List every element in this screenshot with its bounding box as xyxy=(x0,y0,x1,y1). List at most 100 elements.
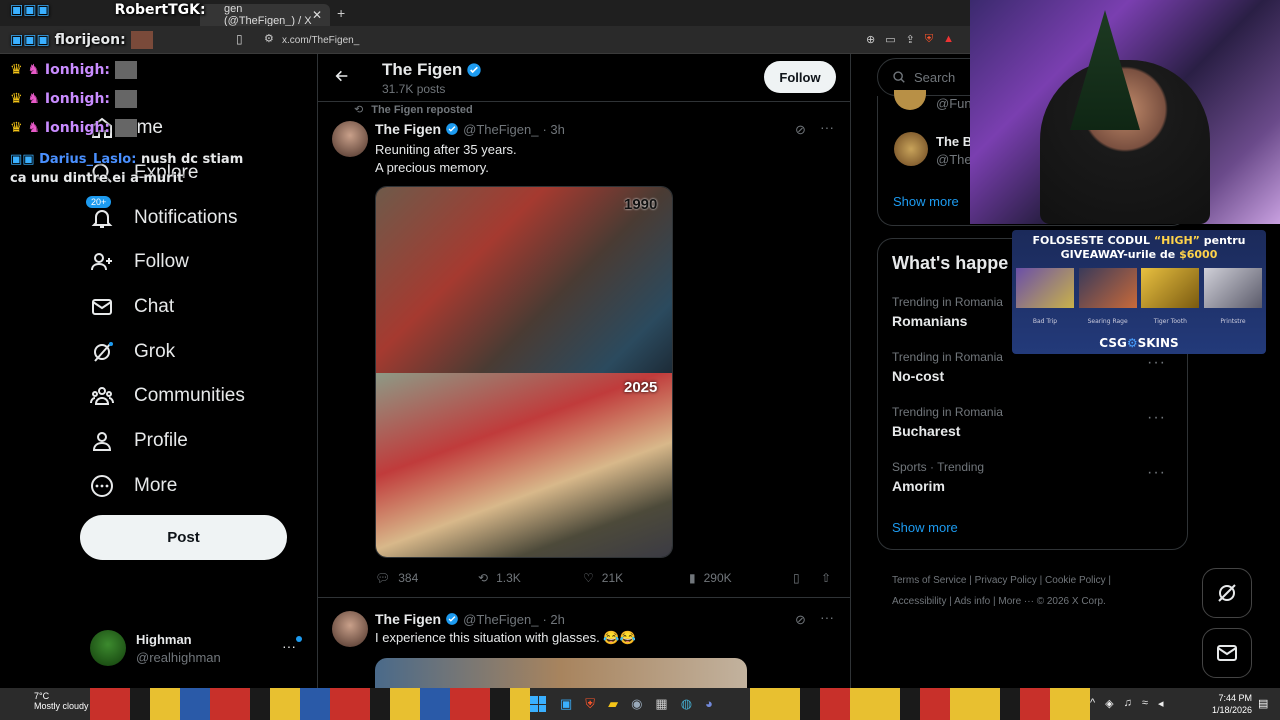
tweet-media[interactable]: 1990 2025 xyxy=(375,186,673,558)
show-more-link[interactable]: Show more xyxy=(893,194,959,209)
tab-title: gen (@TheFigen_) / X xyxy=(224,3,312,27)
sidebar-item-follow[interactable]: Follow xyxy=(90,250,189,274)
suggestion-avatar[interactable] xyxy=(894,90,926,110)
chat-badge-icon: ♞ xyxy=(27,62,40,78)
weather-widget[interactable]: 7°C Mostly cloudy xyxy=(6,691,89,711)
notification-icon[interactable]: ▤ xyxy=(1258,697,1268,710)
tweet-handle[interactable]: @TheFigen_ xyxy=(463,612,538,627)
suggestion-handle[interactable]: @The xyxy=(936,152,972,167)
microphone-icon[interactable]: ♫ xyxy=(1124,697,1132,710)
more-circle-icon xyxy=(90,474,114,498)
repost-button[interactable]: ⟲ 1.3K xyxy=(478,571,521,585)
chevron-up-icon[interactable]: ^ xyxy=(1090,697,1095,710)
tweet-avatar[interactable] xyxy=(332,121,368,157)
share-button[interactable]: ⇧ xyxy=(821,571,831,585)
back-arrow-icon[interactable] xyxy=(334,68,350,84)
calculator-icon[interactable]: ▦ xyxy=(655,696,667,712)
sidebar-item-grok[interactable]: Grok xyxy=(90,340,175,364)
weather-status: Mostly cloudy xyxy=(34,701,89,711)
tweet-more-icon[interactable]: ··· xyxy=(820,119,834,135)
chat-line: ▣▣▣ florijeon: xyxy=(10,31,153,49)
grok-icon xyxy=(90,340,114,364)
follow-button[interactable]: Follow xyxy=(764,61,836,93)
chat-line: ▣▣▣ RobertTGK: xyxy=(10,2,206,18)
show-more-link[interactable]: Show more xyxy=(892,520,958,535)
sidebar-item-label: Follow xyxy=(134,251,189,272)
brave-icon[interactable]: ⛨ xyxy=(585,696,595,712)
media-year-label: 1990 xyxy=(624,196,658,213)
sidebar-item-communities[interactable]: Communities xyxy=(90,384,245,408)
tweet[interactable]: The Figen @TheFigen_ · 2h ⊘ ··· I experi… xyxy=(318,598,850,688)
trend-more-icon[interactable]: ··· xyxy=(1147,464,1166,482)
bookmark-button[interactable]: ▯ xyxy=(793,571,800,585)
brave-shield-icon[interactable]: ⛨ xyxy=(925,33,933,46)
weather-temp: 7°C xyxy=(34,691,50,701)
sidebar-item-more[interactable]: More xyxy=(90,474,177,498)
cast-icon[interactable]: ▭ xyxy=(885,33,895,46)
tweet-media[interactable] xyxy=(375,658,747,688)
volume-icon[interactable]: ◂ xyxy=(1158,697,1164,710)
suggestion-name[interactable]: The B xyxy=(936,134,972,149)
rewards-icon[interactable]: ▲ xyxy=(943,33,954,46)
suggestion-avatar[interactable] xyxy=(894,132,928,166)
tweet-time[interactable]: · 2h xyxy=(542,612,564,627)
like-button[interactable]: ♡ 21K xyxy=(583,571,623,585)
trend-item[interactable]: Trending in Romania Bucharest ··· xyxy=(892,405,1182,439)
heart-icon: ♡ xyxy=(583,571,594,585)
tweet-time[interactable]: · 3h xyxy=(542,122,564,137)
search-icon[interactable]: ▣ xyxy=(560,696,572,712)
tweet-text: I experience this situation with glasses… xyxy=(375,630,636,645)
tweet-text: Reuniting after 35 years. A precious mem… xyxy=(375,142,517,175)
tweet-more-icon[interactable]: ··· xyxy=(820,609,834,625)
trend-more-icon[interactable]: ··· xyxy=(1147,409,1166,427)
site-info-icon[interactable]: ⚙ xyxy=(264,32,274,45)
chat-badge-icon: ▣▣▣ xyxy=(10,32,50,48)
post-button[interactable]: Post xyxy=(80,515,287,560)
repost-indicator: ⟲ The Figen reposted xyxy=(354,103,473,117)
globe-icon[interactable]: ◍ xyxy=(681,696,692,712)
crown-icon: ♛ xyxy=(10,91,23,107)
unread-dot xyxy=(296,636,302,642)
clock[interactable]: 7:44 PM 1/18/2026 xyxy=(1208,692,1252,716)
close-tab-icon[interactable]: ✕ xyxy=(312,8,322,22)
suggestion-handle[interactable]: @Fun xyxy=(936,96,972,111)
views-button[interactable]: ▮ 290K xyxy=(689,571,732,585)
discord-icon[interactable]: ◕ xyxy=(705,696,713,712)
messages-floating-button[interactable] xyxy=(1202,628,1252,678)
trend-item[interactable]: Trending in Romania No-cost ··· xyxy=(892,350,1182,384)
sidebar-item-chat[interactable]: Chat xyxy=(90,295,174,319)
reply-icon: 💬︎ xyxy=(375,571,391,585)
zoom-icon[interactable]: ⊕ xyxy=(866,33,875,46)
bookmark-icon[interactable]: ▯ xyxy=(236,32,243,46)
new-tab-button[interactable]: + xyxy=(337,5,345,21)
bell-icon: 20+ xyxy=(86,196,114,230)
steam-icon[interactable]: ◉ xyxy=(631,696,642,712)
account-name: Highman xyxy=(136,632,192,647)
sidebar-item-notifications[interactable]: 20+ Notifications xyxy=(86,196,238,230)
reply-button[interactable]: 💬︎ 384 xyxy=(375,571,418,585)
crown-icon: ♛ xyxy=(10,120,23,136)
tweet[interactable]: ⟲ The Figen reposted The Figen @TheFigen… xyxy=(318,102,850,598)
grok-floating-button[interactable] xyxy=(1202,568,1252,618)
wifi-icon[interactable]: ≈ xyxy=(1142,697,1148,710)
browser-tab[interactable]: gen (@TheFigen_) / X ✕ xyxy=(200,3,330,27)
start-button[interactable] xyxy=(530,696,546,712)
chat-emote xyxy=(114,90,137,108)
account-more-icon[interactable]: ··· xyxy=(282,638,296,654)
trend-more-icon[interactable]: ··· xyxy=(1147,354,1166,372)
chat-line: ♛ ♞ Ionhigh: xyxy=(10,90,137,108)
trend-item[interactable]: Sports · Trending Amorim ··· xyxy=(892,460,1182,494)
tweet-avatar[interactable] xyxy=(332,611,368,647)
sidebar-item-profile[interactable]: Profile xyxy=(90,429,188,453)
grok-action-icon[interactable]: ⊘ xyxy=(795,612,806,628)
network-icon[interactable]: ◈ xyxy=(1105,697,1113,710)
browser-toolbar-icons: ⊕ ▭ ⇪ ⛨ ▲ xyxy=(866,33,954,46)
account-switcher[interactable]: Highman @realhighman ··· xyxy=(90,630,310,670)
column-divider xyxy=(850,54,851,688)
folder-icon[interactable]: ▰ xyxy=(608,696,618,712)
chat-line: ▣▣ Darius_Laslo: nush dc stiam ca unu di… xyxy=(10,152,244,186)
avatar xyxy=(90,630,126,666)
share-icon[interactable]: ⇪ xyxy=(906,33,915,46)
tweet-handle[interactable]: @TheFigen_ xyxy=(463,122,538,137)
grok-action-icon[interactable]: ⊘ xyxy=(795,122,806,138)
